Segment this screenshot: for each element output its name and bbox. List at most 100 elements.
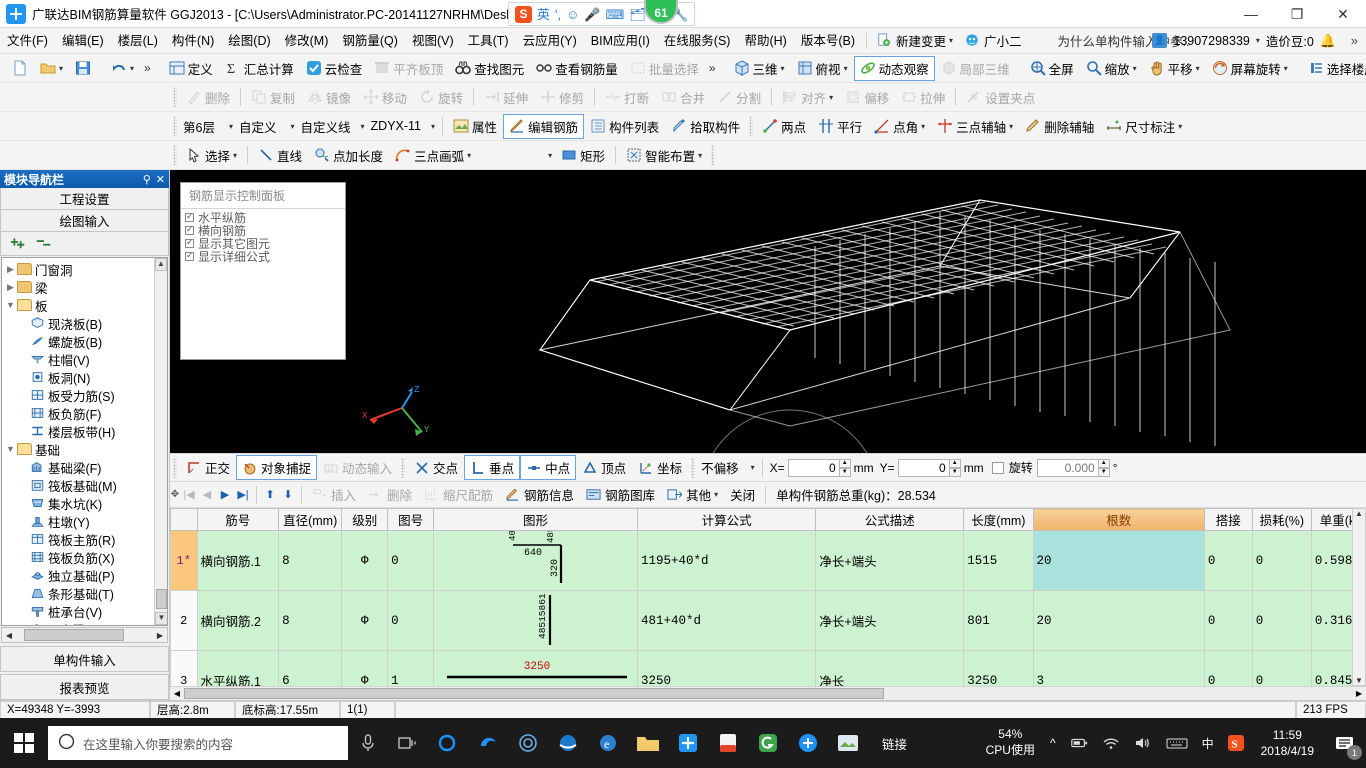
rebar-panel-handle-icon[interactable]: ✥ [170, 489, 180, 500]
rebar-option-3[interactable]: 显示详细公式 [185, 250, 341, 264]
tree-item-20[interactable]: 承台梁(F) [4, 620, 167, 625]
vertex-snap-button[interactable]: 顶点 [576, 455, 632, 480]
cell-fig_no[interactable]: 1 [387, 650, 435, 686]
cell-loss[interactable]: 0 [1251, 650, 1312, 686]
table-vscrollbar[interactable]: ▲ ▼ [1352, 508, 1366, 686]
taskbar-app-edge-icon[interactable] [468, 718, 508, 768]
tree-item-2[interactable]: ▼ 板 [4, 296, 167, 314]
cell-grade[interactable]: Φ [341, 530, 389, 591]
nav-first-button[interactable]: |◀ [180, 488, 198, 501]
two-point-axis-button[interactable]: 两点 [756, 114, 812, 139]
select-tool-button[interactable]: 选择 ▾ [180, 143, 243, 168]
menu-edit[interactable]: 编辑(E) [55, 28, 111, 54]
align-chevron-down-icon[interactable]: ▾ [829, 93, 833, 102]
rebar-table-area[interactable]: 筋号 直径(mm) 级别 图号 图形 计算公式 公式描述 长度(mm) 根数 搭接 损耗(%) 单重(… [170, 508, 1366, 700]
three-point-axis-button[interactable]: 三点辅轴 ▾ [931, 114, 1019, 139]
component-tree[interactable]: ▶ 门窗洞 ▶ 梁 ▼ 板现浇板(B) 螺旋板(B) 柱帽(V) 板洞(N) 板受力筋(S) 板负筋… [1, 257, 168, 626]
ime-keyboard-icon[interactable]: ⌨ [606, 8, 625, 21]
batch-select-button[interactable]: 批量选择 [624, 56, 705, 81]
set-grip-button[interactable]: 设置夹点 [960, 85, 1041, 110]
checkbox-icon[interactable] [185, 237, 194, 248]
cell-length[interactable]: 3250 [963, 650, 1034, 686]
ortho-button[interactable]: 正交 [180, 455, 236, 480]
cell-diameter[interactable]: 6 [278, 650, 343, 686]
cell-grade[interactable]: Φ [341, 650, 389, 686]
dynamic-observe-button[interactable]: 动态观察 [853, 55, 935, 81]
cell-fig_no[interactable]: 0 [387, 590, 435, 651]
copy-button[interactable]: 复制 [245, 85, 301, 110]
rectangle-tool-button[interactable]: 矩形 [555, 143, 611, 168]
tray-battery-icon[interactable] [1063, 736, 1095, 750]
tree-item-4[interactable]: 螺旋板(B) [4, 332, 167, 350]
x-spin-arrows[interactable]: ▲ ▼ [838, 458, 851, 477]
ime-lang-icon[interactable]: 英 [537, 8, 550, 21]
chevron-right-icon[interactable]: ▶ [4, 264, 17, 275]
start-button[interactable] [0, 718, 48, 768]
undo-button[interactable]: ▾ [105, 57, 140, 79]
menu-draw[interactable]: 绘图(D) [221, 28, 277, 54]
delete-row-button[interactable]: 删除 [362, 482, 418, 507]
cell-unit_weight[interactable]: 0.845 [1310, 650, 1352, 686]
tree-item-18[interactable]: 条形基础(T) [4, 584, 167, 602]
cell-bar_no[interactable]: 水平纵筋.1 [196, 650, 280, 686]
col-header-shape[interactable]: 图形 [433, 508, 638, 531]
cell-loss[interactable]: 0 [1251, 590, 1312, 651]
taskbar-clock[interactable]: 11:59 2018/4/19 [1251, 727, 1324, 759]
menu-tools[interactable]: 工具(T) [461, 28, 516, 54]
intersection-snap-button[interactable]: 交点 [408, 455, 464, 480]
col-header-unit_weight[interactable]: 单重(kg) [1310, 508, 1352, 531]
cell-lap[interactable]: 0 [1203, 530, 1253, 591]
pick-component-button[interactable]: 拾取构件 [665, 114, 746, 139]
tray-ime-mode[interactable]: 中 [1195, 735, 1221, 752]
notification-center-button[interactable]: 1 [1324, 718, 1366, 768]
point-angle-button[interactable]: 点角 ▾ [868, 114, 931, 139]
rotate-chevron-down-icon[interactable]: ▾ [1284, 64, 1288, 73]
tree-item-0[interactable]: ▶ 门窗洞 [4, 260, 167, 278]
menu-overflow-icon[interactable]: » [1351, 33, 1358, 48]
tree-item-7[interactable]: 板受力筋(S) [4, 386, 167, 404]
delete-axis-button[interactable]: 删除辅轴 [1019, 114, 1100, 139]
axis-toolbar-grip[interactable] [749, 116, 754, 136]
cell-count[interactable]: 3 [1032, 650, 1205, 686]
component-name-selector[interactable]: ZDYX-11 ▾ [368, 118, 439, 134]
tray-expand-icon[interactable]: ^ [1043, 736, 1063, 750]
cell-unit_weight[interactable]: 0.598 [1310, 530, 1352, 591]
tree-item-8[interactable]: 板负筋(F) [4, 404, 167, 422]
menu-online-service[interactable]: 在线服务(S) [657, 28, 738, 54]
bell-icon[interactable]: 🔔 [1320, 33, 1336, 49]
x-input[interactable] [787, 458, 840, 477]
topview-chevron-down-icon[interactable]: ▾ [844, 64, 848, 73]
y-spin-up-icon[interactable]: ▲ [948, 458, 961, 468]
rotate-spin-arrows[interactable]: ▲ ▼ [1097, 458, 1110, 477]
close-button[interactable]: ✕ [1320, 0, 1366, 28]
table-row[interactable]: 3水平纵筋.16Φ132503250净长32503000.8452. [170, 650, 1352, 686]
scale-rebar-button[interactable]: 缩尺配筋 [418, 482, 499, 507]
mirror-button[interactable]: 镜像 [301, 85, 357, 110]
cortana-mic-icon[interactable] [348, 718, 388, 768]
offset-mode-selector[interactable]: 不偏移 ▾ [698, 457, 758, 478]
tree-item-19[interactable]: 桩承台(V) [4, 602, 167, 620]
cell-count[interactable]: 20 [1032, 530, 1205, 591]
tray-sogou-icon[interactable]: S [1221, 735, 1251, 751]
select-floor-button[interactable]: 选择楼层 [1302, 56, 1366, 81]
table-hscroll-right-icon[interactable]: ▶ [1352, 689, 1366, 698]
delete-button[interactable]: 删除 [180, 85, 236, 110]
tree-item-6[interactable]: 板洞(N) [4, 368, 167, 386]
row-header[interactable]: 1* [170, 530, 198, 591]
draw-toolbar-grip-2[interactable] [711, 145, 716, 165]
checkbox-icon[interactable] [185, 224, 194, 235]
break-button[interactable]: 打断 [599, 85, 655, 110]
menu-component[interactable]: 构件(N) [165, 28, 221, 54]
move-button[interactable]: 移动 [357, 85, 413, 110]
cell-length[interactable]: 1515 [963, 530, 1034, 591]
table-hscroll-thumb[interactable] [184, 688, 884, 699]
view-rebar-qty-button[interactable]: 查看钢筋量 [530, 56, 624, 81]
col-header-formula[interactable]: 计算公式 [636, 508, 817, 531]
taskbar-app-green-icon[interactable] [748, 718, 788, 768]
tray-wifi-icon[interactable] [1095, 736, 1127, 750]
menu-file[interactable]: 文件(F) [0, 28, 55, 54]
col-header-lap[interactable]: 搭接 [1203, 508, 1253, 531]
cell-bar_no[interactable]: 横向钢筋.2 [196, 590, 280, 651]
tree-item-13[interactable]: 集水坑(K) [4, 494, 167, 512]
open-file-button[interactable]: ▾ [34, 57, 69, 79]
